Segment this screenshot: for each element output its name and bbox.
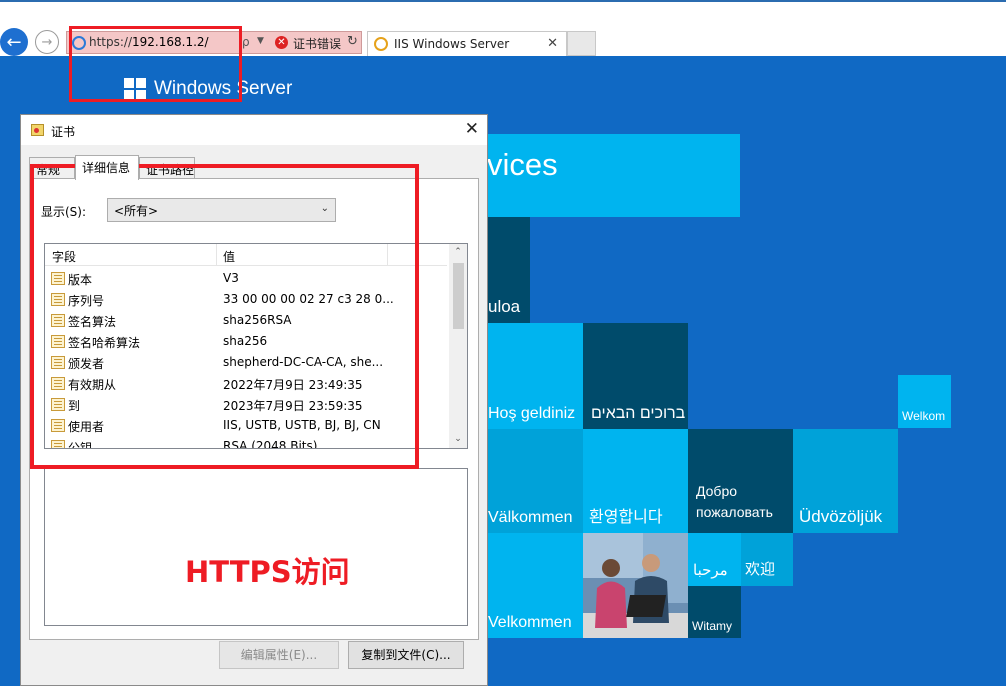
tile-hebrew-text: ברוכים הבאים (591, 405, 686, 422)
dialog-title: 证书 (51, 125, 76, 139)
cert-error-label[interactable]: 证书错误 (293, 35, 341, 52)
tile-tervetuloa-text: uloa (488, 297, 521, 316)
tile-witamy: Witamy (688, 586, 741, 638)
edit-properties-button[interactable]: 编辑属性(E)... (219, 641, 339, 669)
tile-services: vices (485, 134, 740, 217)
tab-iis[interactable]: IIS Windows Server ✕ (367, 31, 567, 56)
scroll-thumb[interactable] (453, 263, 464, 329)
tab-close-icon[interactable]: ✕ (547, 36, 558, 51)
people-photo (583, 533, 688, 638)
scroll-down-icon[interactable]: ⌄ (449, 431, 467, 448)
dropdown-icon[interactable]: ▼ (257, 36, 264, 46)
tab-details[interactable]: 详细信息 (75, 155, 139, 180)
tile-hungarian: Üdvözöljük (793, 429, 898, 533)
copy-to-file-button[interactable]: 复制到文件(C)... (348, 641, 464, 669)
tile-korean-text: 환영합니다 (589, 509, 663, 526)
list-scrollbar[interactable]: ⌃ ⌄ (449, 244, 467, 448)
tile-welkom-text: Welkom (902, 409, 946, 423)
forward-arrow-icon: → (41, 34, 53, 50)
tile-russian: Добро пожаловать (688, 429, 793, 533)
dialog-close-icon[interactable]: ✕ (465, 119, 479, 139)
tile-hebrew: ברוכים הבאים (583, 323, 688, 429)
dialog-titlebar: 证书 ✕ (21, 115, 487, 145)
new-tab-button[interactable] (567, 31, 596, 56)
tile-witamy-text: Witamy (692, 619, 732, 633)
cert-error-icon[interactable]: ✕ (275, 36, 288, 49)
tile-welkom: Welkom (898, 375, 951, 428)
scroll-up-icon[interactable]: ⌃ (449, 244, 467, 261)
tile-norwegian-text: Velkommen (488, 614, 572, 631)
details-highlight-box (30, 164, 419, 469)
tile-arabic-text: مرحبا (693, 562, 728, 579)
tile-services-text: vices (487, 147, 558, 182)
tile-turkish: Hoş geldiniz (485, 323, 583, 429)
forward-button[interactable]: → (35, 30, 59, 54)
certificate-icon (31, 124, 44, 136)
tile-korean: 환영합니다 (583, 429, 688, 533)
back-arrow-icon: ← (6, 31, 22, 53)
tile-tervetuloa: uloa (485, 217, 530, 323)
tile-hungarian-text: Üdvözöljük (799, 507, 883, 526)
tile-chinese: 欢迎 (741, 533, 793, 586)
refresh-icon[interactable]: ↻ (347, 34, 358, 49)
tile-turkish-text: Hoş geldiniz (488, 405, 576, 422)
tab-title: IIS Windows Server (394, 37, 510, 51)
ie-tab-icon (374, 37, 388, 51)
address-highlight-box (69, 26, 242, 102)
tile-norwegian: Velkommen (485, 533, 583, 638)
tile-russian-text: Добро пожаловать (696, 483, 773, 520)
tile-photo (583, 533, 688, 638)
https-annotation: HTTPS访问 (185, 555, 350, 589)
field-detail-box[interactable] (44, 468, 468, 626)
tile-swedish-text: Välkommen (488, 509, 573, 526)
tile-chinese-text: 欢迎 (745, 561, 776, 578)
back-button[interactable]: ← (0, 28, 28, 56)
search-icon[interactable]: ρ (242, 35, 250, 49)
tile-swedish: Välkommen (485, 429, 583, 533)
tile-arabic: مرحبا (688, 533, 741, 586)
